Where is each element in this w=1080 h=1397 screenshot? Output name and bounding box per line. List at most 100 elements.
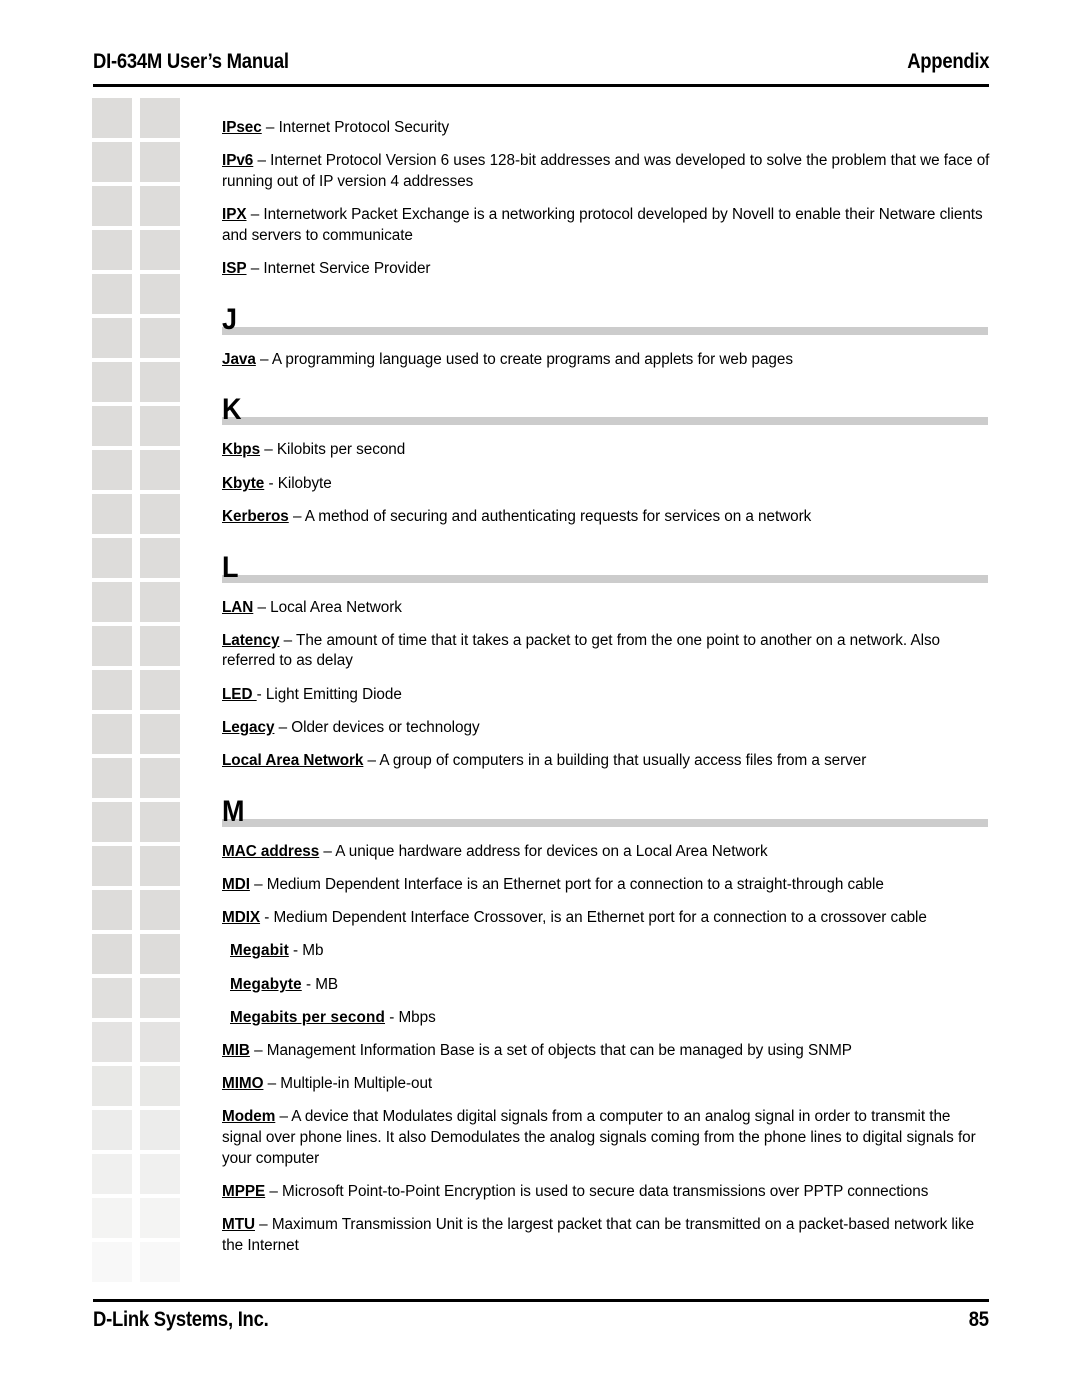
glossary-entry: Megabits per second - Mbps [230, 1008, 990, 1029]
decorative-square [92, 450, 132, 490]
glossary-term: Local Area Network [222, 752, 364, 770]
glossary-entry: MDI – Medium Dependent Interface is an E… [222, 875, 990, 896]
page-footer: D-Link Systems, Inc. 85 [93, 1308, 989, 1332]
glossary-content: IPsec – Internet Protocol Security IPv6 –… [222, 118, 990, 1269]
glossary-definition: – A unique hardware address for devices … [319, 842, 768, 860]
decorative-square [92, 1066, 132, 1106]
section-heading-letter: K [222, 393, 242, 427]
decorative-square [92, 582, 132, 622]
glossary-entry: Legacy – Older devices or technology [222, 718, 990, 739]
decorative-square [92, 186, 132, 226]
glossary-entry: Modem – A device that Modulates digital … [222, 1107, 990, 1169]
decorative-square-grid [92, 98, 184, 1288]
section-heading-letter: J [222, 302, 237, 336]
glossary-term: ISP [222, 260, 247, 278]
decorative-square [92, 362, 132, 402]
glossary-entry: MDIX - Medium Dependent Interface Crosso… [222, 908, 990, 929]
glossary-definition: - Mbps [385, 1008, 436, 1026]
decorative-square [140, 1154, 180, 1194]
glossary-term: Java [222, 350, 256, 368]
glossary-entry: MIMO – Multiple-in Multiple-out [222, 1074, 990, 1095]
glossary-entry: Megabit - Mb [230, 941, 990, 962]
glossary-term: MAC address [222, 842, 320, 860]
decorative-square [140, 406, 180, 446]
decorative-square [92, 274, 132, 314]
page-header: DI-634M User’s Manual Appendix [93, 50, 989, 74]
decorative-square [92, 1198, 132, 1238]
glossary-entry: IPsec – Internet Protocol Security [222, 118, 990, 139]
section-heading-j: J [222, 297, 990, 341]
decorative-square [92, 934, 132, 974]
glossary-entry: Java – A programming language used to cr… [222, 350, 990, 371]
glossary-definition: – Internet Protocol Version 6 uses 128-b… [222, 152, 990, 190]
glossary-entry: Megabyte - MB [230, 975, 990, 996]
glossary-term: Kerberos [222, 507, 289, 525]
glossary-term: LAN [222, 598, 254, 616]
section-heading-bar [222, 326, 988, 335]
decorative-square [140, 714, 180, 754]
glossary-entry: MTU – Maximum Transmission Unit is the l… [222, 1215, 990, 1256]
glossary-entry: Kbyte - Kilobyte [222, 474, 990, 495]
decorative-square [92, 846, 132, 886]
decorative-square [92, 670, 132, 710]
glossary-definition: – Local Area Network [253, 598, 402, 616]
decorative-square [140, 1242, 180, 1282]
decorative-square [140, 978, 180, 1018]
header-divider [93, 84, 989, 87]
glossary-definition: – Maximum Transmission Unit is the large… [222, 1216, 975, 1254]
decorative-square [92, 626, 132, 666]
glossary-entry: Kbps – Kilobits per second [222, 440, 990, 461]
glossary-entry: Local Area Network – A group of computer… [222, 751, 990, 772]
footer-divider [93, 1299, 989, 1302]
section-heading-bar [222, 417, 988, 426]
company-name: D-Link Systems, Inc. [93, 1308, 269, 1331]
section-heading-bar [222, 574, 988, 583]
decorative-square [92, 1154, 132, 1194]
decorative-square [140, 186, 180, 226]
decorative-square [92, 714, 132, 754]
glossary-definition: – Internet Protocol Security [261, 119, 450, 136]
decorative-square [140, 318, 180, 358]
decorative-square [140, 142, 180, 182]
decorative-square [92, 1242, 132, 1282]
glossary-entry: MAC address – A unique hardware address … [222, 842, 990, 863]
decorative-square [140, 626, 180, 666]
decorative-square [140, 802, 180, 842]
decorative-square [140, 494, 180, 534]
decorative-square [140, 890, 180, 930]
glossary-definition: – A method of securing and authenticatin… [288, 507, 812, 525]
glossary-term: MTU [222, 1216, 255, 1234]
decorative-square [92, 978, 132, 1018]
decorative-square [92, 98, 132, 138]
glossary-term: Legacy [222, 718, 275, 736]
section-heading-letter: L [222, 550, 239, 584]
glossary-definition: – Internet Service Provider [246, 260, 431, 278]
decorative-square [92, 406, 132, 446]
glossary-entry: Kerberos – A method of securing and auth… [222, 507, 990, 528]
decorative-square [140, 230, 180, 270]
decorative-square [140, 1110, 180, 1150]
glossary-term: MPPE [222, 1182, 266, 1200]
glossary-definition: – Medium Dependent Interface is an Ether… [249, 875, 884, 893]
glossary-term: Megabits per second [230, 1008, 386, 1026]
decorative-square [140, 846, 180, 886]
decorative-square [140, 934, 180, 974]
decorative-square [92, 802, 132, 842]
glossary-entry: LAN – Local Area Network [222, 598, 990, 619]
glossary-definition: – A device that Modulates digital signal… [222, 1108, 976, 1167]
glossary-term: IPX [222, 206, 247, 224]
decorative-square [140, 670, 180, 710]
glossary-definition: – Management Information Base is a set o… [249, 1041, 852, 1059]
glossary-term: MDI [222, 875, 250, 893]
glossary-definition: – A group of computers in a building tha… [363, 752, 867, 770]
decorative-square [92, 230, 132, 270]
decorative-square [92, 1022, 132, 1062]
glossary-entry: LED - Light Emitting Diode [222, 685, 990, 706]
glossary-term: IPsec [222, 119, 262, 136]
glossary-entry: IPv6 – Internet Protocol Version 6 uses … [222, 151, 990, 192]
decorative-square [140, 758, 180, 798]
glossary-term: Modem [222, 1108, 276, 1126]
decorative-square [140, 1198, 180, 1238]
decorative-square [140, 362, 180, 402]
glossary-term: IPv6 [222, 152, 254, 170]
